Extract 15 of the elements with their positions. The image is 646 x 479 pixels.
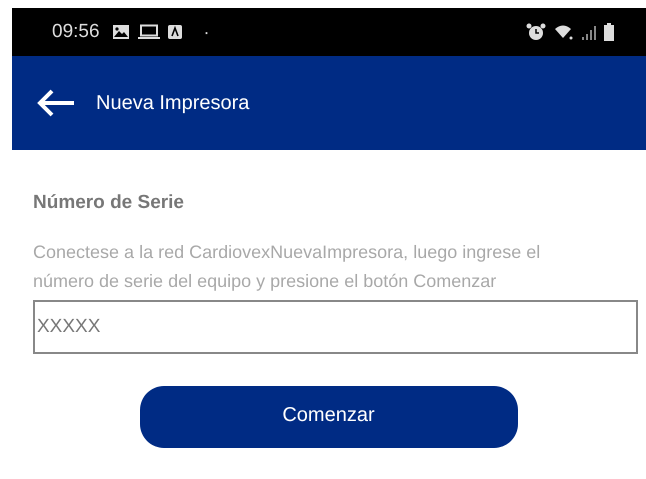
section-heading: Número de Serie <box>33 192 185 214</box>
app-icon <box>168 24 182 40</box>
status-time: 09:56 <box>52 21 100 43</box>
back-arrow-icon[interactable] <box>36 88 76 118</box>
alarm-clock-icon <box>526 23 546 41</box>
signal-icon <box>582 24 596 40</box>
serial-number-field[interactable]: XXXXX <box>33 300 638 354</box>
instructions-text: Conectese a la red CardiovexNuevaImpresora, luego ingrese el número de serie del equipo y presione el botón Comenzar <box>33 241 542 293</box>
laptop-icon <box>138 24 160 40</box>
start-button[interactable]: Comenzar <box>140 386 518 448</box>
status-dot: · <box>204 22 210 42</box>
battery-icon <box>604 23 614 41</box>
image-icon <box>112 24 130 40</box>
wifi-icon <box>554 24 574 40</box>
screen-title: Nueva Impresora <box>96 92 250 114</box>
